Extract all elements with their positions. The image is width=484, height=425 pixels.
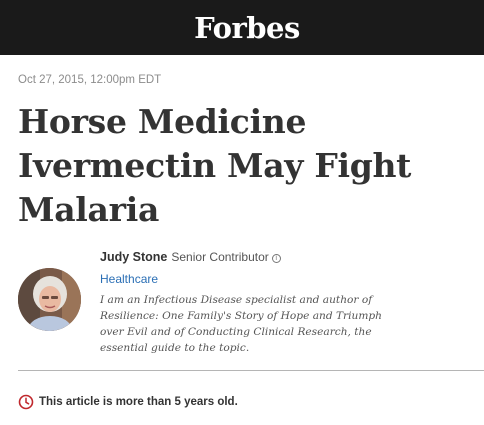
author-avatar[interactable] <box>18 268 81 331</box>
author-info: Judy Stone Senior Contributor i Healthcare… <box>100 248 470 356</box>
site-header: Forbes <box>0 0 484 55</box>
author-role: Senior Contributor <box>171 250 269 264</box>
article-headline: Horse Medicine Ivermectin May Fight Mala… <box>18 100 478 232</box>
info-icon[interactable]: i <box>271 254 281 263</box>
author-byline: Judy Stone Senior Contributor i <box>100 248 470 266</box>
category-link[interactable]: Healthcare <box>100 271 470 287</box>
author-bio: I am an Infectious Disease specialist an… <box>100 292 470 356</box>
bio-line: I am an Infectious Disease specialist an… <box>100 294 373 306</box>
bio-line: Resilience: One Family's Story of Hope a… <box>100 310 382 322</box>
clock-icon <box>18 394 34 410</box>
bio-line: essential guide to the topic. <box>100 342 250 354</box>
bio-line: over Evil and of Conducting Clinical Res… <box>100 326 372 338</box>
divider <box>18 370 484 371</box>
notice-text: This article is more than 5 years old. <box>39 396 238 408</box>
headline-line: Malaria <box>18 190 160 229</box>
author-name-link[interactable]: Judy Stone <box>100 250 167 264</box>
avatar-image <box>18 268 81 331</box>
forbes-logo[interactable]: Forbes <box>194 11 300 45</box>
headline-line: Ivermectin May Fight <box>18 146 412 185</box>
publish-date: Oct 27, 2015, 12:00pm EDT <box>18 74 162 86</box>
headline-line: Horse Medicine <box>18 102 307 141</box>
article-age-notice: This article is more than 5 years old. <box>18 394 238 410</box>
